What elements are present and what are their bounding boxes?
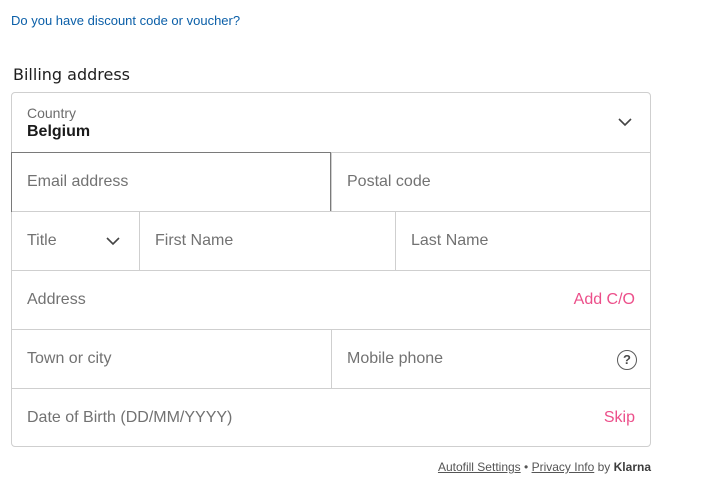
footer-links: Autofill Settings • Privacy Info by Klar… bbox=[438, 460, 651, 474]
title-placeholder: Title bbox=[27, 232, 57, 249]
town-phone-row: Town or city Mobile phone ? bbox=[12, 329, 650, 388]
footer-by: by bbox=[597, 460, 611, 474]
dob-placeholder: Date of Birth (DD/MM/YYYY) bbox=[27, 409, 233, 426]
chevron-down-icon bbox=[618, 118, 632, 127]
last-name-field[interactable]: Last Name bbox=[395, 212, 650, 270]
mobile-phone-field[interactable]: Mobile phone ? bbox=[331, 330, 650, 388]
mobile-phone-placeholder: Mobile phone bbox=[347, 350, 444, 367]
country-select[interactable]: Country Belgium bbox=[12, 93, 650, 152]
autofill-settings-link[interactable]: Autofill Settings bbox=[438, 460, 521, 474]
privacy-info-link[interactable]: Privacy Info bbox=[532, 460, 595, 474]
add-co-button[interactable]: Add C/O bbox=[574, 291, 635, 309]
skip-dob-button[interactable]: Skip bbox=[604, 409, 635, 427]
title-select[interactable]: Title bbox=[12, 212, 139, 270]
country-label: Country bbox=[27, 105, 77, 121]
address-placeholder: Address bbox=[27, 291, 86, 308]
town-field[interactable]: Town or city bbox=[12, 330, 331, 388]
question-circle-icon[interactable]: ? bbox=[617, 350, 637, 370]
chevron-down-icon bbox=[106, 237, 120, 246]
discount-code-link[interactable]: Do you have discount code or voucher? bbox=[11, 13, 240, 28]
billing-address-title: Billing address bbox=[13, 65, 130, 84]
date-of-birth-field[interactable]: Date of Birth (DD/MM/YYYY) Skip bbox=[12, 388, 650, 447]
town-placeholder: Town or city bbox=[27, 350, 112, 367]
country-value: Belgium bbox=[27, 123, 91, 140]
first-name-field[interactable]: First Name bbox=[139, 212, 395, 270]
postal-code-placeholder: Postal code bbox=[347, 173, 431, 190]
address-field[interactable]: Address Add C/O bbox=[12, 270, 650, 329]
name-row: Title First Name Last Name bbox=[12, 211, 650, 270]
email-postal-row: Email address Postal code bbox=[11, 152, 650, 212]
footer-separator: • bbox=[524, 460, 529, 474]
email-placeholder: Email address bbox=[27, 173, 129, 190]
billing-address-form: Country Belgium Email address Postal cod… bbox=[11, 92, 651, 447]
first-name-placeholder: First Name bbox=[155, 232, 234, 249]
email-field[interactable]: Email address bbox=[11, 152, 331, 212]
klarna-brand: Klarna bbox=[613, 460, 651, 474]
last-name-placeholder: Last Name bbox=[411, 232, 489, 249]
postal-code-field[interactable]: Postal code bbox=[331, 153, 650, 211]
